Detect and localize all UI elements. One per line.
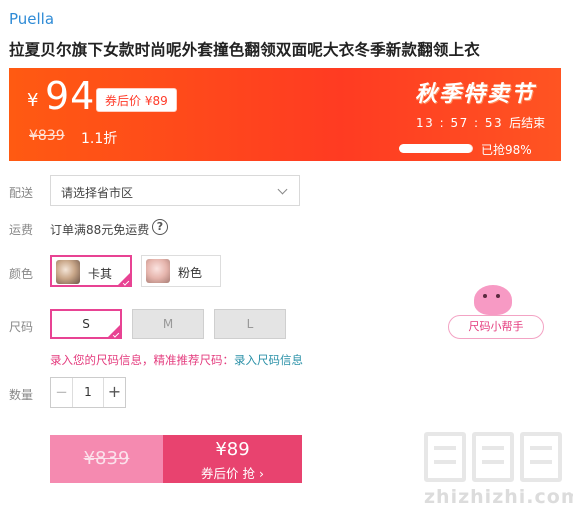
- freight-text: 订单满88元免运费: [50, 223, 150, 237]
- countdown-value: 13 : 57 : 53: [416, 116, 504, 130]
- pink-thumbnail: [146, 259, 170, 283]
- brand-link[interactable]: Puella: [9, 10, 54, 28]
- countdown-timer: 13 : 57 : 53 后结束: [416, 114, 545, 131]
- countdown-suffix: 后结束: [509, 116, 546, 130]
- price-currency: ¥: [27, 90, 39, 111]
- color-option-khaki[interactable]: 卡其: [50, 255, 132, 287]
- coupon-buy-button[interactable]: ¥89 券后价 抢 ›: [163, 435, 302, 483]
- watermark-glyph: [424, 432, 466, 482]
- watermark-glyph: [520, 432, 562, 482]
- product-title: 拉夏贝尔旗下女款时尚呢外套撞色翻领双面呢大衣冬季新款翻领上衣: [9, 41, 481, 59]
- coupon-price-badge: 券后价 ¥89: [96, 88, 177, 112]
- size-option-m[interactable]: M: [132, 309, 204, 339]
- color-label: 颜色: [9, 267, 34, 281]
- original-price-button[interactable]: ¥839: [50, 435, 163, 483]
- size-hint: 录入您的尺码信息，精准推荐尺码：录入尺码信息: [50, 352, 303, 368]
- color-option-label: 卡其: [88, 267, 113, 281]
- size-option-s[interactable]: S: [50, 309, 122, 339]
- mascot-icon: [474, 285, 512, 315]
- khaki-thumbnail: [56, 260, 80, 284]
- size-option-l[interactable]: L: [214, 309, 286, 339]
- size-option-label: L: [246, 317, 254, 331]
- sold-progress-fill: [399, 144, 472, 153]
- minus-button[interactable]: −: [51, 378, 73, 407]
- sold-percentage: 已抢98%: [481, 143, 532, 157]
- question-circle-icon[interactable]: ?: [152, 219, 168, 235]
- plus-button[interactable]: +: [103, 378, 125, 407]
- region-select-value: 请选择省市区: [61, 186, 134, 200]
- discount-rate: 1.1折: [81, 131, 118, 147]
- event-title: 秋季特卖节: [414, 82, 535, 107]
- sold-progress-bar: [399, 144, 473, 153]
- size-helper-widget[interactable]: 尺码小帮手: [448, 285, 544, 341]
- freight-label: 运费: [9, 223, 34, 237]
- size-option-label: M: [162, 317, 174, 331]
- size-label: 尺码: [9, 320, 34, 334]
- current-price: 94: [45, 74, 96, 118]
- region-select[interactable]: 请选择省市区: [50, 175, 300, 206]
- color-option-label: 粉色: [178, 266, 203, 280]
- size-entry-link[interactable]: 录入尺码信息: [234, 353, 303, 367]
- size-option-label: S: [82, 317, 90, 331]
- coupon-buy-price: ¥89: [215, 439, 250, 460]
- size-hint-text: 录入您的尺码信息，精准推荐尺码：: [50, 353, 234, 367]
- promo-banner: ¥ 94 券后价 ¥89 ¥839 1.1折 秋季特卖节 13 : 57 : 5…: [9, 68, 561, 161]
- quantity-label: 数量: [9, 388, 34, 402]
- watermark-logo: [424, 432, 564, 484]
- coupon-buy-action: 券后价 抢 ›: [201, 466, 264, 481]
- watermark-text: zhizhizhi.com: [424, 486, 573, 508]
- color-option-pink[interactable]: 粉色: [141, 255, 221, 287]
- watermark-glyph: [472, 432, 514, 482]
- chevron-down-icon: [277, 184, 288, 195]
- size-helper-button[interactable]: 尺码小帮手: [448, 315, 544, 339]
- original-price: ¥839: [29, 128, 65, 144]
- quantity-stepper[interactable]: − 1 +: [50, 377, 126, 408]
- quantity-input[interactable]: 1: [73, 378, 103, 407]
- delivery-label: 配送: [9, 186, 34, 200]
